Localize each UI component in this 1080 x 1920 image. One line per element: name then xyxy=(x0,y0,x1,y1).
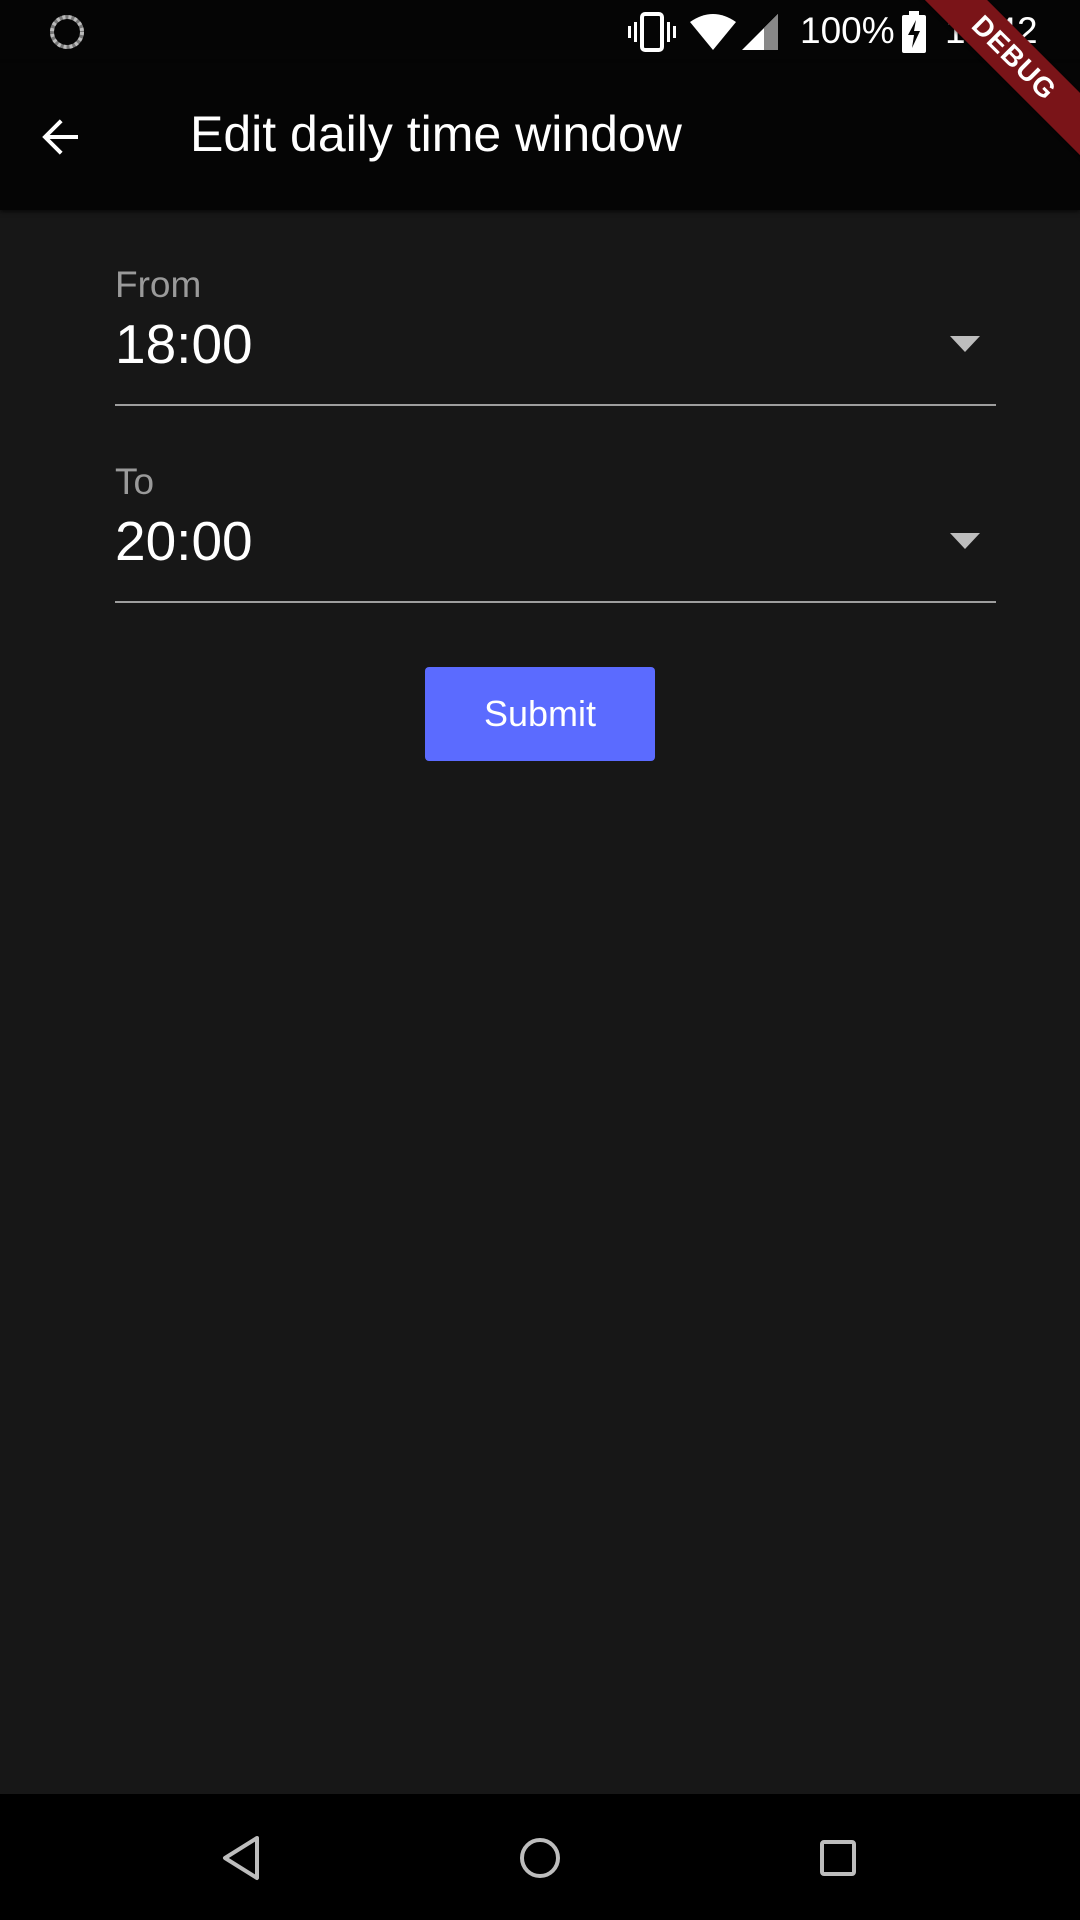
dropdown-arrow-icon xyxy=(950,336,980,352)
arrow-back-icon xyxy=(42,119,78,155)
battery-charging-icon xyxy=(902,11,926,53)
cell-signal-icon xyxy=(742,14,778,50)
wifi-icon xyxy=(690,14,736,50)
battery-percent-text: 100% xyxy=(800,10,895,51)
dropdown-arrow-icon xyxy=(950,533,980,549)
to-label: To xyxy=(115,461,155,502)
nav-home-button[interactable] xyxy=(504,1822,576,1894)
nav-home-icon xyxy=(520,1838,560,1878)
loading-spinner-icon xyxy=(50,15,84,49)
system-nav-bar xyxy=(0,1794,1080,1920)
nav-recents-button[interactable] xyxy=(802,1822,874,1894)
from-value: 18:00 xyxy=(115,313,253,375)
back-button[interactable] xyxy=(24,101,96,173)
screen: 100% 19:42 Edit daily time window DEBUG … xyxy=(0,0,1080,1920)
status-bar: 100% 19:42 xyxy=(0,0,1080,63)
from-time-dropdown[interactable]: From 18:00 xyxy=(115,264,996,406)
nav-recents-icon xyxy=(820,1840,856,1876)
nav-back-button[interactable] xyxy=(205,1822,277,1894)
from-label: From xyxy=(115,264,202,305)
to-value: 20:00 xyxy=(115,510,253,572)
to-time-dropdown[interactable]: To 20:00 xyxy=(115,461,996,603)
app-bar: Edit daily time window xyxy=(0,63,1080,210)
nav-back-icon xyxy=(223,1836,259,1880)
page-title: Edit daily time window xyxy=(190,106,682,162)
submit-button[interactable]: Submit xyxy=(425,667,655,761)
vibrate-icon xyxy=(628,12,676,52)
